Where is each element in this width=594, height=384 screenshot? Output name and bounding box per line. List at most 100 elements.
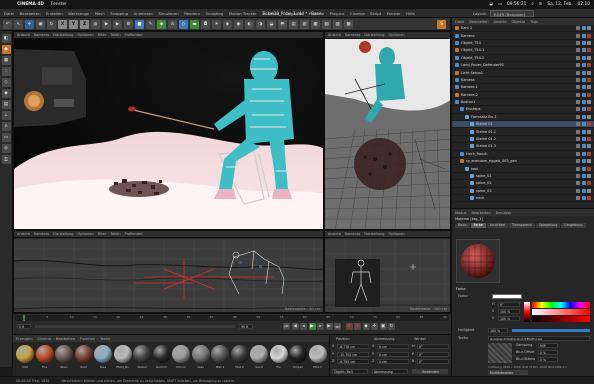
tag-icon[interactable]	[576, 48, 580, 53]
blur-staerke-input[interactable]: 0 %	[538, 357, 558, 362]
polygons-mode-button[interactable]: ◆	[1, 89, 11, 98]
tag-icon[interactable]	[587, 33, 591, 38]
hue-spectrum[interactable]	[532, 302, 590, 308]
move-tool-button[interactable]: ✛	[25, 19, 34, 29]
autokey-button[interactable]: ◉	[354, 323, 361, 330]
tag-icon[interactable]	[581, 114, 586, 119]
tag-icon[interactable]	[576, 40, 580, 45]
tag-icon[interactable]	[581, 70, 586, 75]
go-end-button[interactable]: ⏭	[334, 323, 341, 330]
menu-skript[interactable]: Skript	[370, 11, 381, 16]
pen-tool-button[interactable]: ✎	[146, 19, 155, 29]
tag-icon[interactable]	[576, 100, 580, 105]
tag-icon[interactable]	[587, 77, 591, 82]
search-icon[interactable]: ⌕	[531, 2, 533, 7]
menu-bearbeiten[interactable]: Bearbeiten	[20, 11, 41, 16]
menu-mesh[interactable]: Mesh	[95, 11, 105, 16]
play-button[interactable]: ▶	[308, 323, 316, 330]
size-mode-dropdown[interactable]: Abmessung	[372, 369, 408, 374]
timeline-ruler[interactable]: 051015202530354045505560657075808590	[15, 315, 449, 321]
menu-plugins[interactable]: Plug-ins	[330, 11, 345, 16]
position-input[interactable]: -15.702 cm	[337, 351, 369, 357]
menu-simulieren[interactable]: Simulieren	[158, 11, 178, 16]
tag-icon[interactable]	[587, 122, 591, 127]
menu-animieren[interactable]: Animieren	[134, 11, 153, 16]
lock-button[interactable]: ⚿	[1, 155, 11, 164]
apply-button[interactable]: Anwenden	[412, 369, 448, 374]
vp-menu-darstellung[interactable]: Darstellung	[53, 33, 73, 37]
material-tab[interactable]: Basis	[455, 223, 470, 228]
tag-icon[interactable]	[581, 33, 586, 38]
model-mode-button[interactable]: ◧	[1, 34, 11, 43]
tag-icon[interactable]	[587, 174, 591, 178]
scale-key-button[interactable]: ▣	[379, 323, 387, 330]
uv-mode-button[interactable]: ▤	[1, 100, 11, 109]
tag-icon[interactable]	[576, 114, 580, 119]
points-mode-button[interactable]: ∴	[1, 67, 11, 76]
vp-menu-ansicht[interactable]: Ansicht	[17, 232, 30, 236]
tag-icon[interactable]	[581, 100, 586, 105]
object-row[interactable]: rp_arandom_rigged_003_gen	[452, 158, 594, 166]
tool-button-extra-3[interactable]: ◐	[245, 19, 254, 29]
tag-icon[interactable]	[581, 63, 586, 68]
object-mode-button[interactable]: ◆	[1, 45, 11, 54]
om-menu-tags[interactable]: Tags	[530, 20, 538, 24]
position-input[interactable]: -6.778 cm	[337, 344, 369, 349]
helligkeit-input[interactable]: 100 %	[488, 328, 508, 333]
textur-path-input[interactable]: Quarzsand(Shutterstock/KEIO/P1).jpg	[488, 336, 590, 341]
tool-button-extra-7[interactable]: ▤	[289, 19, 298, 29]
rotation-key-button[interactable]: ↻	[388, 323, 395, 330]
mm-menu-erzeugen[interactable]: Erzeugen	[16, 337, 32, 341]
tag-icon[interactable]	[587, 159, 591, 164]
size-input[interactable]: 0 cm	[377, 359, 409, 364]
array-button[interactable]: ⁂	[168, 19, 177, 29]
layout-dropdown[interactable]: RS4R (Benutzer)	[490, 10, 534, 17]
tag-icon[interactable]	[576, 92, 580, 97]
object-row[interactable]: Kamera	[452, 77, 594, 85]
menu-snapping[interactable]: Snapping	[110, 11, 128, 16]
rotation-input[interactable]: 0°	[417, 351, 449, 357]
current-frame-input[interactable]: 0 B	[17, 324, 31, 329]
environment-button[interactable]: ▬	[190, 19, 199, 29]
plugin-s-button[interactable]: S	[437, 19, 446, 29]
tag-icon[interactable]	[581, 85, 586, 90]
om-menu-objekte[interactable]: Objekte	[512, 20, 526, 24]
coord-mode-dropdown[interactable]: Objekt (Rel)	[332, 369, 368, 374]
mm-menu-bearbeiten[interactable]: Bearbeiten	[56, 337, 75, 341]
menu-rendern[interactable]: Rendern	[184, 11, 200, 16]
scale-tool-button[interactable]: ▣	[36, 19, 45, 29]
tag-icon[interactable]	[576, 166, 580, 171]
tag-icon[interactable]	[576, 70, 580, 75]
wifi-icon[interactable]: ◒	[489, 2, 493, 7]
material-ball[interactable]	[289, 345, 307, 363]
helligkeit-slider[interactable]	[512, 329, 590, 332]
object-row[interactable]: root	[452, 165, 594, 173]
tag-icon[interactable]	[587, 40, 591, 45]
object-row[interactable]: spine_01	[452, 173, 594, 181]
object-row[interactable]: Steine 01.3	[452, 143, 594, 151]
tag-icon[interactable]	[587, 151, 591, 156]
material-ball[interactable]	[35, 345, 54, 363]
vp-menu-ansicht[interactable]: Ansicht	[328, 232, 341, 236]
tag-icon[interactable]	[587, 107, 591, 112]
am-menu-benutzer[interactable]: Benutzer	[496, 211, 512, 215]
tool-button-extra-11[interactable]: ▨	[333, 19, 342, 29]
tag-icon[interactable]	[587, 55, 591, 60]
vp-menu-ansicht[interactable]: Ansicht	[328, 33, 341, 37]
tag-icon[interactable]	[587, 48, 591, 53]
om-menu-bearbeiten[interactable]: Bearbeiten	[469, 20, 488, 24]
material-ball[interactable]	[191, 345, 210, 363]
end-frame-input[interactable]: 90 B	[239, 324, 253, 329]
object-row[interactable]: Steine 01.1	[452, 128, 594, 136]
tag-icon[interactable]	[576, 151, 580, 156]
object-row[interactable]: neck	[452, 195, 594, 203]
tag-icon[interactable]	[576, 181, 580, 186]
am-menu-bearbeiten[interactable]: Bearbeiten	[471, 211, 490, 215]
next-frame-button[interactable]: ▸	[317, 323, 324, 330]
vp-menu-tafeln[interactable]: Tafeln	[110, 33, 120, 37]
tool-button-extra-1[interactable]: ◈	[223, 19, 232, 29]
material-tab[interactable]: Umgebung	[561, 223, 586, 228]
tag-icon[interactable]	[581, 48, 586, 53]
material-ball[interactable]	[152, 345, 171, 363]
tag-icon[interactable]	[581, 174, 586, 178]
